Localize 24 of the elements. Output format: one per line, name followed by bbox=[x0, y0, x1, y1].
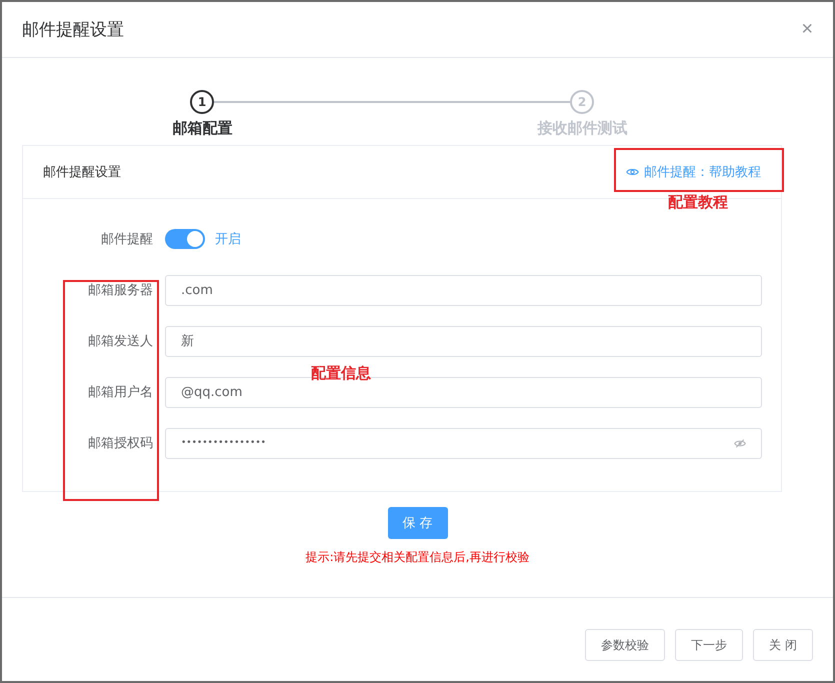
input-field[interactable]: •••••••••••••••• bbox=[165, 428, 762, 458]
annotation-text: 配置教程 bbox=[668, 193, 728, 212]
footer-button[interactable]: 参数校验 bbox=[585, 629, 666, 661]
eye-icon bbox=[626, 167, 639, 177]
footer-button[interactable]: 关 闭 bbox=[753, 629, 813, 661]
step-label: 邮箱配置 bbox=[172, 119, 234, 138]
hidden-eye-icon[interactable] bbox=[734, 438, 746, 448]
step-number: 1 bbox=[190, 90, 214, 114]
toggle-switch[interactable] bbox=[165, 229, 205, 249]
field-label: 邮件提醒 bbox=[100, 231, 154, 248]
hint-text: 提示:请先提交相关配置信息后,再进行校验 bbox=[306, 549, 530, 566]
card-title: 邮件提醒设置 bbox=[43, 164, 121, 181]
field-label: 邮箱服务器 bbox=[87, 282, 154, 299]
toggle-text: 开启 bbox=[215, 231, 241, 248]
input-field[interactable]: .com bbox=[165, 274, 762, 306]
field-label: 邮箱用户名 bbox=[87, 384, 154, 401]
step-number: 2 bbox=[570, 90, 594, 114]
field-label: 邮箱发送人 bbox=[87, 333, 154, 350]
dialog-title: 邮件提醒设置 bbox=[22, 19, 124, 41]
field-label: 邮箱授权码 bbox=[87, 435, 154, 452]
footer-button[interactable]: 下一步 bbox=[675, 629, 744, 661]
step-label: 接收邮件测试 bbox=[536, 119, 628, 138]
input-field[interactable]: 新 bbox=[165, 326, 762, 356]
close-button[interactable]: × bbox=[801, 18, 813, 41]
